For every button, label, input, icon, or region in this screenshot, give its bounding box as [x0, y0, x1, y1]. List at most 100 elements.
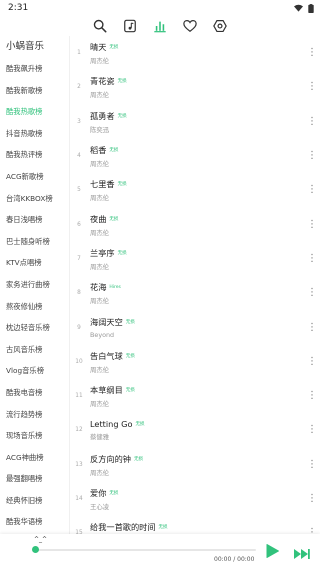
status-icons [294, 3, 314, 13]
player-bar: ^_^ 00:00 / 00:00 [0, 534, 320, 568]
sidebar-item[interactable]: 古风音乐榜 [0, 339, 69, 361]
more-options-icon[interactable]: ⋮ [304, 185, 320, 195]
settings-button[interactable] [212, 18, 228, 34]
song-row[interactable]: 3 孤勇者 无损 陈奕迅 ⋮ [72, 105, 320, 139]
leaderboard-button[interactable] [152, 18, 168, 34]
song-row[interactable]: 13 反方向的钟 无损 周杰伦 ⋮ [72, 448, 320, 482]
play-button[interactable] [264, 543, 280, 559]
song-title: 晴天 [90, 42, 107, 53]
more-options-icon[interactable]: ⋮ [304, 82, 320, 92]
song-info: 稻香 无损 周杰伦 [86, 144, 304, 168]
song-title: 孤勇者 [90, 110, 115, 121]
more-options-icon[interactable]: ⋮ [304, 219, 320, 230]
quality-badge: 无损 [125, 388, 135, 394]
song-row[interactable]: 10 告白气球 无损 周杰伦 ⋮ [72, 345, 320, 379]
favorites-button[interactable] [182, 18, 198, 34]
more-options-icon[interactable]: ⋮ [304, 356, 320, 367]
song-title: 七里香 [90, 179, 115, 190]
song-title-line: Letting Go 无损 [90, 419, 304, 429]
sidebar-item[interactable]: 酷我热评榜 [0, 144, 69, 166]
sidebar-item[interactable]: Vlog音乐榜 [0, 360, 69, 382]
more-options-icon[interactable]: ⋮ [304, 425, 320, 435]
sidebar-item[interactable]: 酷我电音榜 [0, 382, 69, 404]
song-row[interactable]: 14 爱你 无损 王心凌 ⋮ [72, 482, 320, 516]
sidebar-item[interactable]: 酷我华语榜 [0, 511, 69, 533]
song-index: 14 [75, 496, 83, 502]
song-artist: 周杰伦 [90, 468, 110, 477]
song-index: 10 [75, 358, 83, 365]
sidebar-item[interactable]: 流行趋势榜 [0, 404, 69, 426]
more-options-icon[interactable]: ⋮ [304, 494, 320, 504]
next-track-icon [294, 549, 310, 559]
song-row[interactable]: 1 晴天 无损周杰伦 ⋮ [72, 36, 320, 70]
song-index: 1 [77, 50, 81, 57]
song-row[interactable]: 6 夜曲 无损 周杰伦 ⋮ [72, 207, 320, 241]
more-options-icon[interactable]: ⋮ [304, 116, 320, 127]
song-row[interactable]: 12 Letting Go 无损 蔡健雅 ⋮ [72, 413, 320, 447]
more-options-icon[interactable]: ⋮ [304, 322, 320, 333]
song-info: 本草纲目 无损 周杰伦 [86, 384, 304, 408]
more-options-icon[interactable]: ⋮ [304, 459, 320, 470]
song-row[interactable]: 15给我一首歌的时间无损周杰伦⋮ [72, 516, 320, 534]
more-options-icon[interactable]: ⋮ [304, 288, 320, 298]
song-title-line: 晴天 无损 [90, 41, 304, 53]
song-index: 5 [77, 187, 81, 194]
more-options-icon[interactable]: ⋮ [304, 151, 320, 161]
song-index: 3 [77, 118, 81, 125]
song-artist: 周杰伦 [90, 365, 110, 374]
progress-knob[interactable] [32, 546, 39, 553]
sidebar-item[interactable]: 酷我新歌榜 [0, 80, 69, 102]
sidebar-item[interactable]: 家务进行曲榜 [0, 274, 69, 296]
playback-time: 00:00 / 00:00 [214, 556, 255, 563]
sidebar-item[interactable]: 枕边轻音乐榜 [0, 317, 69, 339]
sidebar-items: 酷我飙升榜 酷我新歌榜 酷我热歌榜 抖音热歌榜 酷我热评榜 ACG新歌榜 台湾KKBOX榜春… [0, 58, 69, 533]
sidebar-item[interactable]: 台湾KKBOX榜 [0, 188, 69, 210]
quality-badge: 无损 [133, 456, 143, 462]
search-button[interactable] [92, 18, 108, 34]
song-title: 反方向的钟 [90, 453, 131, 464]
sidebar-item[interactable]: 春日浅唱榜 [0, 209, 69, 231]
local-music-button[interactable] [122, 18, 138, 34]
song-artist: 周杰伦 [90, 57, 110, 66]
song-info: 青花瓷 无损 周杰伦 [86, 75, 304, 99]
more-options-icon[interactable]: ⋮ [304, 253, 320, 264]
song-info: 花海 Hires 周杰伦 [86, 281, 304, 305]
song-title-line: 爱你 无损 [90, 487, 304, 499]
app-title: 小蜗音乐 [6, 41, 45, 52]
sidebar-item[interactable]: 经典怀旧榜 [0, 490, 69, 512]
song-title-line: 七里香 无损 [90, 178, 304, 190]
sidebar-item[interactable]: 最强翻唱榜 [0, 468, 69, 490]
more-options-icon[interactable]: ⋮ [304, 391, 320, 401]
sidebar-item[interactable]: 熬夜修仙榜 [0, 296, 69, 318]
quality-badge: 无损 [125, 353, 135, 359]
song-row[interactable]: 7 兰亭序 无损 周杰伦 ⋮ [72, 242, 320, 276]
song-title-line: 本草纲目 无损 [90, 384, 304, 396]
quality-badge: 无损 [109, 491, 119, 496]
song-row[interactable]: 4 稻香 无损 周杰伦 ⋮ [72, 139, 320, 173]
song-row[interactable]: 5 七里香 无损 周杰伦 ⋮ [72, 173, 320, 207]
song-title: 本草纲目 [90, 385, 123, 396]
song-info: 海阔天空 无损 Beyond [86, 316, 304, 339]
more-options-icon[interactable]: ⋮ [304, 48, 320, 58]
quality-badge: 无损 [109, 216, 119, 222]
sidebar-item[interactable]: 酷我热歌榜 [0, 101, 69, 123]
sidebar-item[interactable]: ACG神曲榜 [0, 447, 69, 469]
song-row[interactable]: 11 本草纲目 无损 周杰伦 ⋮ [72, 379, 320, 413]
song-row[interactable]: 9 海阔天空 无损 Beyond ⋮ [72, 310, 320, 344]
sidebar-item[interactable]: 酷我飙升榜 [0, 58, 69, 80]
song-row[interactable]: 2 青花瓷 无损 周杰伦 ⋮ [72, 70, 320, 104]
sidebar-item[interactable]: KTV点唱榜 [0, 252, 69, 274]
progress-bar[interactable] [34, 549, 256, 551]
chart-category-sidebar: 小蜗音乐 酷我飙升榜 酷我新歌榜 酷我热歌榜 抖音热歌榜 酷我热评榜 ACG新歌榜 台湾KK… [0, 36, 70, 534]
sidebar-item[interactable]: 抖音热歌榜 [0, 123, 69, 145]
top-toolbar [0, 16, 320, 36]
status-time: 2:31 [8, 3, 29, 13]
chart-bars-icon [154, 21, 166, 33]
sidebar-item[interactable]: 现场音乐榜 [0, 425, 69, 447]
song-row[interactable]: 8 花海 Hires 周杰伦 ⋮ [72, 276, 320, 310]
quality-badge: 无损 [158, 525, 168, 531]
music-file-icon [124, 19, 136, 33]
next-button[interactable] [293, 545, 310, 559]
sidebar-item[interactable]: ACG新歌榜 [0, 166, 69, 188]
sidebar-item[interactable]: 巴士随身听榜 [0, 231, 69, 253]
